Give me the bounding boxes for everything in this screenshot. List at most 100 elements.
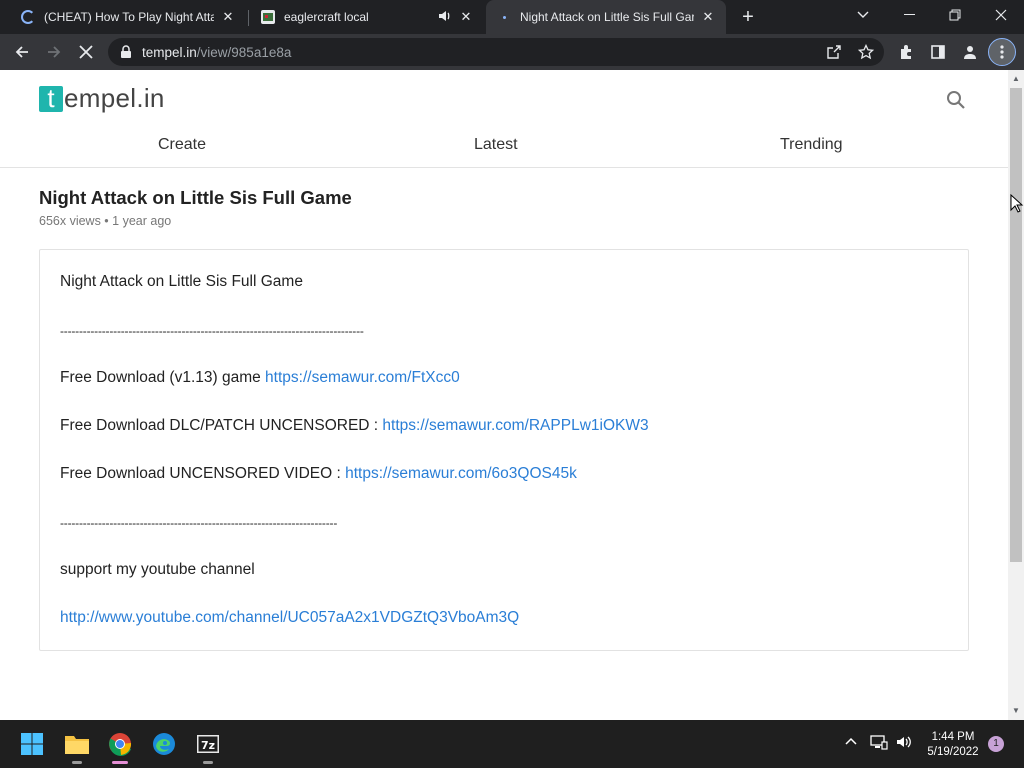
- url-path: /view/985a1e8a: [196, 44, 292, 60]
- stop-loading-button[interactable]: [72, 38, 100, 66]
- bookmark-button[interactable]: [852, 38, 880, 66]
- windows-logo-icon: [21, 733, 43, 755]
- download-link-game[interactable]: https://semawur.com/FtXcc0: [265, 369, 460, 386]
- speaker-icon: [897, 736, 911, 748]
- tab-separator: [248, 10, 249, 26]
- windows-taskbar: 7z 1:44 PM 5/19/2022 1: [0, 720, 1024, 768]
- close-icon[interactable]: ✕: [458, 9, 474, 25]
- site-header: t empel.in Create Latest Trending: [0, 70, 1008, 168]
- edge-icon: [153, 733, 175, 755]
- nav-trending[interactable]: Trending: [780, 136, 843, 154]
- divider-line: ----------------------------------------…: [60, 516, 338, 530]
- chrome-taskbar-button[interactable]: [104, 728, 136, 764]
- logo-mark: t: [39, 85, 63, 112]
- minimize-button[interactable]: [886, 0, 932, 30]
- share-button[interactable]: [820, 38, 848, 66]
- chevron-down-icon: [857, 11, 869, 18]
- stop-icon: [79, 45, 93, 59]
- arrow-left-icon: [15, 46, 28, 58]
- tab-night-attack[interactable]: Night Attack on Little Sis Full Gar ✕: [486, 0, 726, 34]
- download-link-video[interactable]: https://semawur.com/6o3QOS45k: [345, 465, 577, 482]
- folder-icon: [65, 736, 89, 754]
- download-label: Free Download UNCENSORED VIDEO :: [60, 465, 346, 482]
- loading-spinner-icon: [20, 9, 36, 25]
- scrollbar-thumb[interactable]: [1010, 88, 1022, 562]
- loading-dot-icon: [496, 9, 512, 25]
- side-panel-icon: [931, 45, 945, 59]
- site-search-button[interactable]: [944, 88, 968, 112]
- post-content: Night Attack on Little Sis Full Game ---…: [39, 249, 969, 651]
- post-meta: 656x views • 1 year ago: [39, 214, 172, 228]
- file-explorer-button[interactable]: [61, 728, 93, 764]
- page-scrollbar[interactable]: ▲ ▼: [1008, 70, 1024, 720]
- logo-text: empel.in: [64, 83, 165, 113]
- close-window-button[interactable]: [978, 0, 1024, 30]
- download-line-video: Free Download UNCENSORED VIDEO : https:/…: [60, 465, 577, 483]
- clock-time: 1:44 PM: [931, 731, 975, 743]
- download-label: Free Download (v1.13) game: [60, 369, 266, 386]
- divider-line: ----------------------------------------…: [60, 324, 364, 338]
- notification-badge[interactable]: 1: [988, 736, 1004, 752]
- arrow-right-icon: [48, 46, 61, 58]
- start-button[interactable]: [16, 728, 48, 760]
- tab-strip: (CHEAT) How To Play Night Attac ✕ eagler…: [0, 0, 1024, 34]
- address-bar[interactable]: tempel.in/view/985a1e8a: [108, 38, 884, 66]
- scroll-down-arrow-icon[interactable]: ▼: [1012, 707, 1020, 715]
- tab-eaglercraft[interactable]: eaglercraft local ✕: [250, 0, 484, 34]
- more-vertical-icon: [1000, 45, 1004, 59]
- post-heading: Night Attack on Little Sis Full Game: [60, 273, 303, 290]
- eaglercraft-favicon-icon: [260, 9, 276, 25]
- nav-create[interactable]: Create: [158, 136, 206, 154]
- youtube-channel-link[interactable]: http://www.youtube.com/channel/UC057aA2x…: [60, 609, 519, 626]
- volume-button[interactable]: [895, 734, 913, 755]
- download-line-game: Free Download (v1.13) game https://semaw…: [60, 369, 460, 387]
- chrome-icon: [109, 733, 132, 756]
- close-icon[interactable]: ✕: [700, 9, 716, 25]
- active-indicator: [112, 761, 128, 764]
- clock-date: 5/19/2022: [927, 746, 979, 758]
- network-button[interactable]: [870, 734, 888, 755]
- download-line-dlc: Free Download DLC/PATCH UNCENSORED : htt…: [60, 417, 649, 435]
- puzzle-icon: [901, 45, 911, 59]
- edge-taskbar-button[interactable]: [148, 728, 180, 760]
- nav-latest[interactable]: Latest: [474, 136, 518, 154]
- show-hidden-icons-button[interactable]: [844, 734, 858, 753]
- tab-search-button[interactable]: [840, 0, 886, 30]
- scroll-up-arrow-icon[interactable]: ▲: [1012, 75, 1020, 83]
- site-logo[interactable]: t empel.in: [39, 83, 165, 114]
- system-clock[interactable]: 1:44 PM 5/19/2022: [920, 730, 986, 760]
- youtube-line: http://www.youtube.com/channel/UC057aA2x…: [60, 609, 519, 627]
- close-icon[interactable]: ✕: [220, 9, 236, 25]
- browser-toolbar: tempel.in/view/985a1e8a: [0, 34, 1024, 70]
- chevron-up-icon: [845, 737, 857, 745]
- profile-button[interactable]: [956, 38, 984, 66]
- extensions-button[interactable]: [892, 38, 920, 66]
- support-text: support my youtube channel: [60, 561, 255, 578]
- tab-title: Night Attack on Little Sis Full Gar: [520, 10, 694, 24]
- speaker-icon[interactable]: [436, 9, 452, 25]
- chrome-menu-button[interactable]: [988, 38, 1016, 66]
- star-icon: [858, 44, 874, 60]
- download-link-dlc[interactable]: https://semawur.com/RAPPLw1iOKW3: [382, 417, 648, 434]
- page-viewport: t empel.in Create Latest Trending Night …: [0, 70, 1008, 720]
- network-icon: [870, 735, 888, 750]
- close-icon: [995, 9, 1007, 21]
- minimize-icon: [903, 14, 915, 15]
- side-panel-button[interactable]: [924, 38, 952, 66]
- search-icon: [947, 91, 965, 109]
- tab-cheat-video[interactable]: (CHEAT) How To Play Night Attac ✕: [10, 0, 246, 34]
- share-icon: [827, 45, 841, 59]
- 7zip-taskbar-button[interactable]: 7z: [192, 728, 224, 764]
- running-indicator: [72, 761, 82, 764]
- back-button[interactable]: [8, 38, 36, 66]
- lock-icon: [121, 45, 131, 58]
- forward-button[interactable]: [40, 38, 68, 66]
- post-title: Night Attack on Little Sis Full Game: [39, 187, 352, 208]
- tab-title: eaglercraft local: [284, 10, 369, 24]
- restore-button[interactable]: [932, 0, 978, 30]
- new-tab-button[interactable]: +: [736, 5, 760, 29]
- download-label: Free Download DLC/PATCH UNCENSORED :: [60, 417, 383, 434]
- mouse-cursor-icon: [1010, 194, 1024, 213]
- tab-title: (CHEAT) How To Play Night Attac: [44, 10, 214, 24]
- url-host: tempel.in: [142, 44, 197, 60]
